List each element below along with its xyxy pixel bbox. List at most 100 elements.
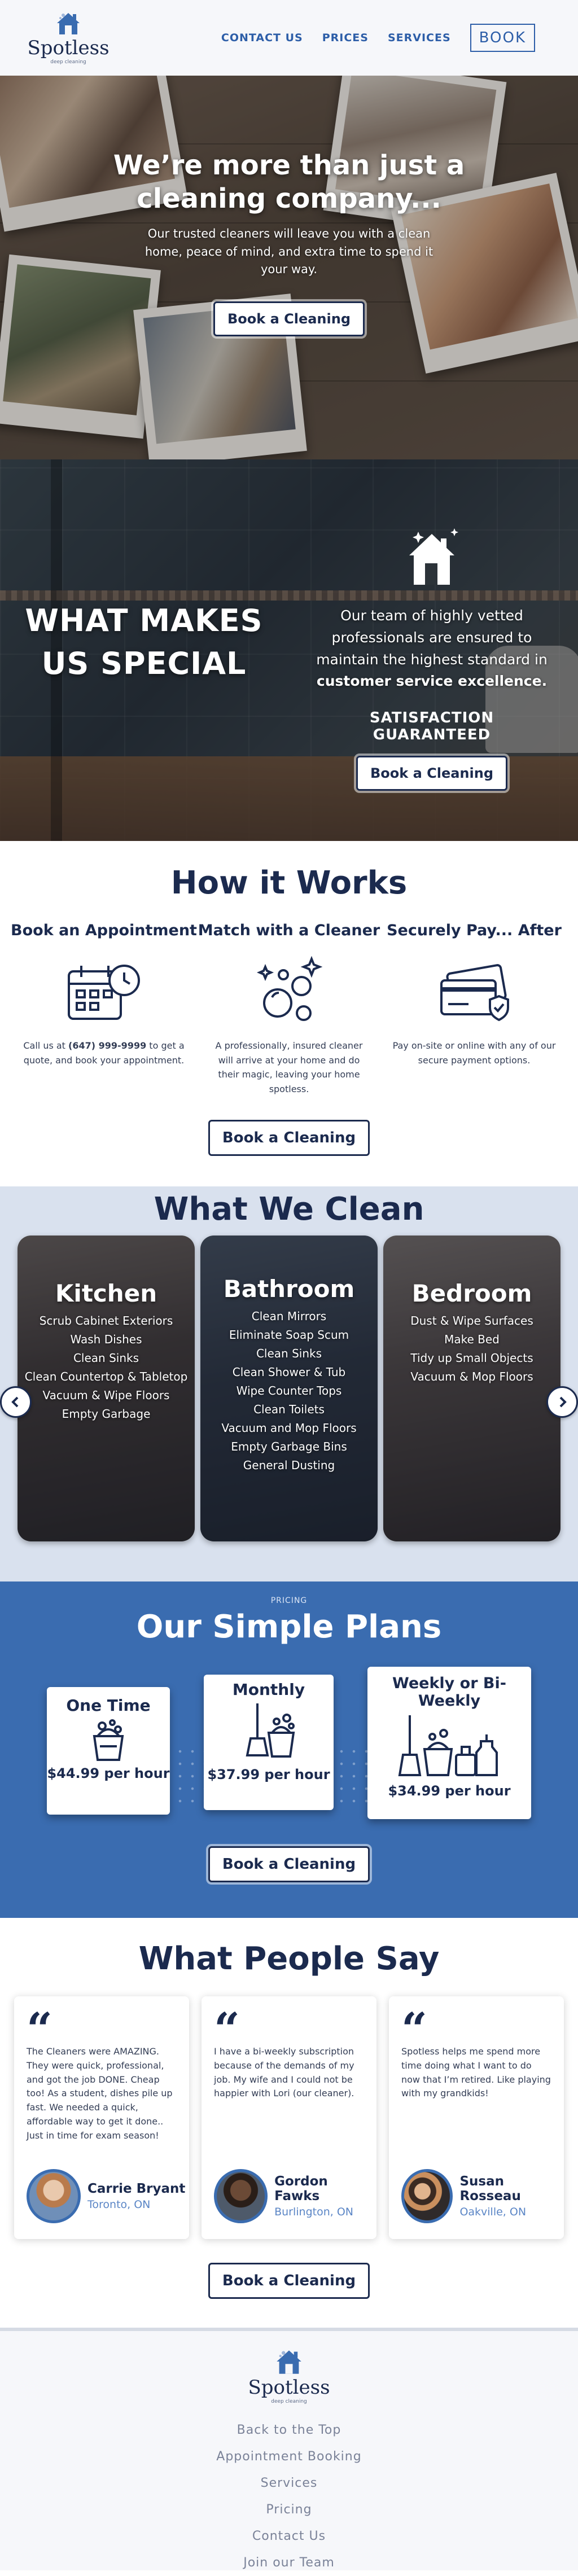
list-item: Tidy up Small Objects [410, 1351, 533, 1365]
plan-name: One Time [66, 1696, 151, 1715]
list-item: Vacuum & Wipe Floors [42, 1388, 170, 1402]
footer-link-join-our-team[interactable]: Join our Team [0, 2549, 578, 2576]
footer-logo[interactable]: Spotless deep cleaning [248, 2348, 330, 2404]
site-footer: Spotless deep cleaning Back to the Top A… [0, 2328, 578, 2570]
list-item: Clean Mirrors [251, 1309, 327, 1323]
plan-weekly[interactable]: Weekly or Bi-Weekly $34.99 per hour [367, 1667, 531, 1819]
hero-subtitle: Our trusted cleaners will leave you with… [144, 227, 434, 277]
logo[interactable]: Spotless deep cleaning [27, 11, 110, 65]
carousel-prev-button[interactable] [0, 1386, 32, 1418]
hero-content: We’re more than just a cleaning company.… [0, 149, 578, 336]
card-bathroom: Bathroom Clean Mirrors Eliminate Soap Sc… [200, 1236, 378, 1541]
footer-links: Back to the Top Appointment Booking Serv… [0, 2417, 578, 2576]
plan-price: $34.99 per hour [388, 1783, 511, 1799]
step-match-cleaner: Match with a Cleaner A professionally, i… [198, 922, 380, 1096]
step-title: Securely Pay... After [387, 922, 562, 939]
avatar [214, 2169, 268, 2223]
author-name: Gordon Fawks [274, 2174, 328, 2203]
special-text: Our team of highly vetted professionals … [316, 607, 548, 690]
hero-title: We’re more than just a cleaning company.… [113, 150, 465, 214]
clean-title: What We Clean [154, 1191, 424, 1228]
step-book-appointment: Book an Appointment Call us at (647) 999… [11, 922, 197, 1096]
plan-monthly[interactable]: Monthly $37.99 per hour [204, 1675, 334, 1810]
footer-link-contact-us[interactable]: Contact Us [0, 2523, 578, 2549]
footer-link-back-to-top[interactable]: Back to the Top [0, 2417, 578, 2443]
pricing-book-cleaning-button[interactable]: Book a Cleaning [208, 1846, 370, 1882]
testimonial-list: “ The Cleaners were AMAZING. They were q… [0, 1996, 578, 2239]
quote-icon: “ [27, 2003, 53, 2056]
step-secure-pay: Securely Pay... After Pay on-site or onl… [384, 922, 564, 1096]
plan-name: Monthly [232, 1680, 305, 1699]
footer-link-services[interactable]: Services [0, 2470, 578, 2496]
special-section: WHAT MAKES US SPECIAL Our team of highly… [0, 459, 578, 841]
brand-tagline: deep cleaning [271, 2399, 307, 2404]
nav-contact-us[interactable]: CONTACT US [221, 32, 303, 44]
footer-link-appointment-booking[interactable]: Appointment Booking [0, 2443, 578, 2470]
list-item: Clean Sinks [256, 1347, 322, 1360]
step-text: Pay on-site or online with any of our se… [392, 1040, 556, 1066]
special-content: Our team of highly vetted professionals … [310, 526, 553, 791]
list-item: Make Bed [444, 1333, 500, 1346]
author-name: Susan Rosseau [459, 2174, 521, 2203]
list-item: Clean Sinks [73, 1351, 139, 1365]
testimonial-text: Spotless helps me spend more time doing … [401, 2046, 551, 2099]
brand-name: Spotless [27, 37, 110, 59]
how-book-cleaning-button[interactable]: Book a Cleaning [208, 1120, 370, 1156]
avatar [27, 2169, 81, 2223]
special-book-cleaning-button[interactable]: Book a Cleaning [356, 756, 508, 791]
step-title: Match with a Cleaner [198, 922, 380, 939]
pricing-section: PRICING Our Simple Plans One Time $44.99… [0, 1581, 578, 1918]
list-item: Dust & Wipe Surfaces [410, 1314, 533, 1328]
card-list: Clean Mirrors Eliminate Soap Scum Clean … [200, 1307, 378, 1475]
nav-services[interactable]: SERVICES [388, 32, 451, 44]
plan-name: Weekly or Bi-Weekly [392, 1675, 506, 1710]
satisfaction-guaranteed: SATISFACTION GUARANTEED [369, 709, 494, 743]
testimonial-author: Carrie Bryant Toronto, ON [27, 2169, 185, 2223]
what-we-clean-section: What We Clean Kitchen Scrub Cabinet Exte… [0, 1186, 578, 1581]
mop-bucket-icon [246, 1703, 295, 1758]
testimonial-author: Susan Rosseau Oakville, ON [401, 2169, 564, 2223]
avatar [401, 2169, 453, 2223]
testimonial-card: “ Spotless helps me spend more time doin… [389, 1996, 564, 2239]
list-item: Vacuum & Mop Floors [410, 1370, 533, 1383]
author-location: Toronto, ON [87, 2198, 151, 2211]
carousel-next-button[interactable] [546, 1386, 578, 1418]
nav-prices[interactable]: PRICES [322, 32, 369, 44]
nav-book-button[interactable]: BOOK [470, 24, 535, 52]
author-location: Burlington, ON [274, 2206, 354, 2218]
list-item: Empty Garbage Bins [231, 1440, 347, 1453]
step-title: Book an Appointment [11, 922, 197, 939]
author-location: Oakville, ON [459, 2206, 527, 2218]
plan-one-time[interactable]: One Time $44.99 per hour [47, 1687, 170, 1815]
list-item: Eliminate Soap Scum [229, 1328, 349, 1342]
hero-book-cleaning-button[interactable]: Book a Cleaning [213, 301, 365, 336]
site-header: Spotless deep cleaning CONTACT US PRICES… [0, 0, 578, 76]
card-title: Kitchen [55, 1280, 157, 1307]
card-list: Scrub Cabinet Exteriors Wash Dishes Clea… [17, 1312, 195, 1423]
chevron-right-icon [559, 1396, 567, 1408]
how-it-works-section: How it Works Book an Appointment Call us… [0, 841, 578, 1186]
list-item: Clean Shower & Tub [232, 1365, 346, 1379]
steps-list: Book an Appointment Call us at (647) 999… [0, 922, 578, 1096]
brand-tagline: deep cleaning [50, 59, 86, 65]
testimonial-text: I have a bi-weekly subscription because … [214, 2046, 354, 2099]
list-item: General Dusting [243, 1458, 335, 1472]
room-cards: Kitchen Scrub Cabinet Exteriors Wash Dis… [0, 1236, 578, 1541]
testimonials-book-cleaning-button[interactable]: Book a Cleaning [208, 2263, 370, 2299]
brand-name: Spotless [248, 2376, 330, 2399]
card-list: Dust & Wipe Surfaces Make Bed Tidy up Sm… [383, 1312, 561, 1386]
sparkle-bubbles-icon [249, 949, 329, 1034]
calendar-clock-icon [64, 949, 143, 1034]
plan-price: $37.99 per hour [207, 1767, 330, 1782]
list-item: Wipe Counter Tops [236, 1384, 342, 1397]
footer-link-pricing[interactable]: Pricing [0, 2496, 578, 2523]
house-logo-icon [57, 13, 80, 34]
house-logo-icon [277, 2350, 301, 2374]
list-item: Wash Dishes [70, 1333, 142, 1346]
card-title: Bathroom [223, 1275, 355, 1303]
hero-section: We’re more than just a cleaning company.… [0, 76, 578, 459]
plan-price: $44.99 per hour [47, 1765, 170, 1781]
card-bedroom: Bedroom Dust & Wipe Surfaces Make Bed Ti… [383, 1236, 561, 1541]
testimonial-author: Gordon Fawks Burlington, ON [214, 2169, 376, 2223]
list-item: Clean Toilets [253, 1403, 325, 1416]
